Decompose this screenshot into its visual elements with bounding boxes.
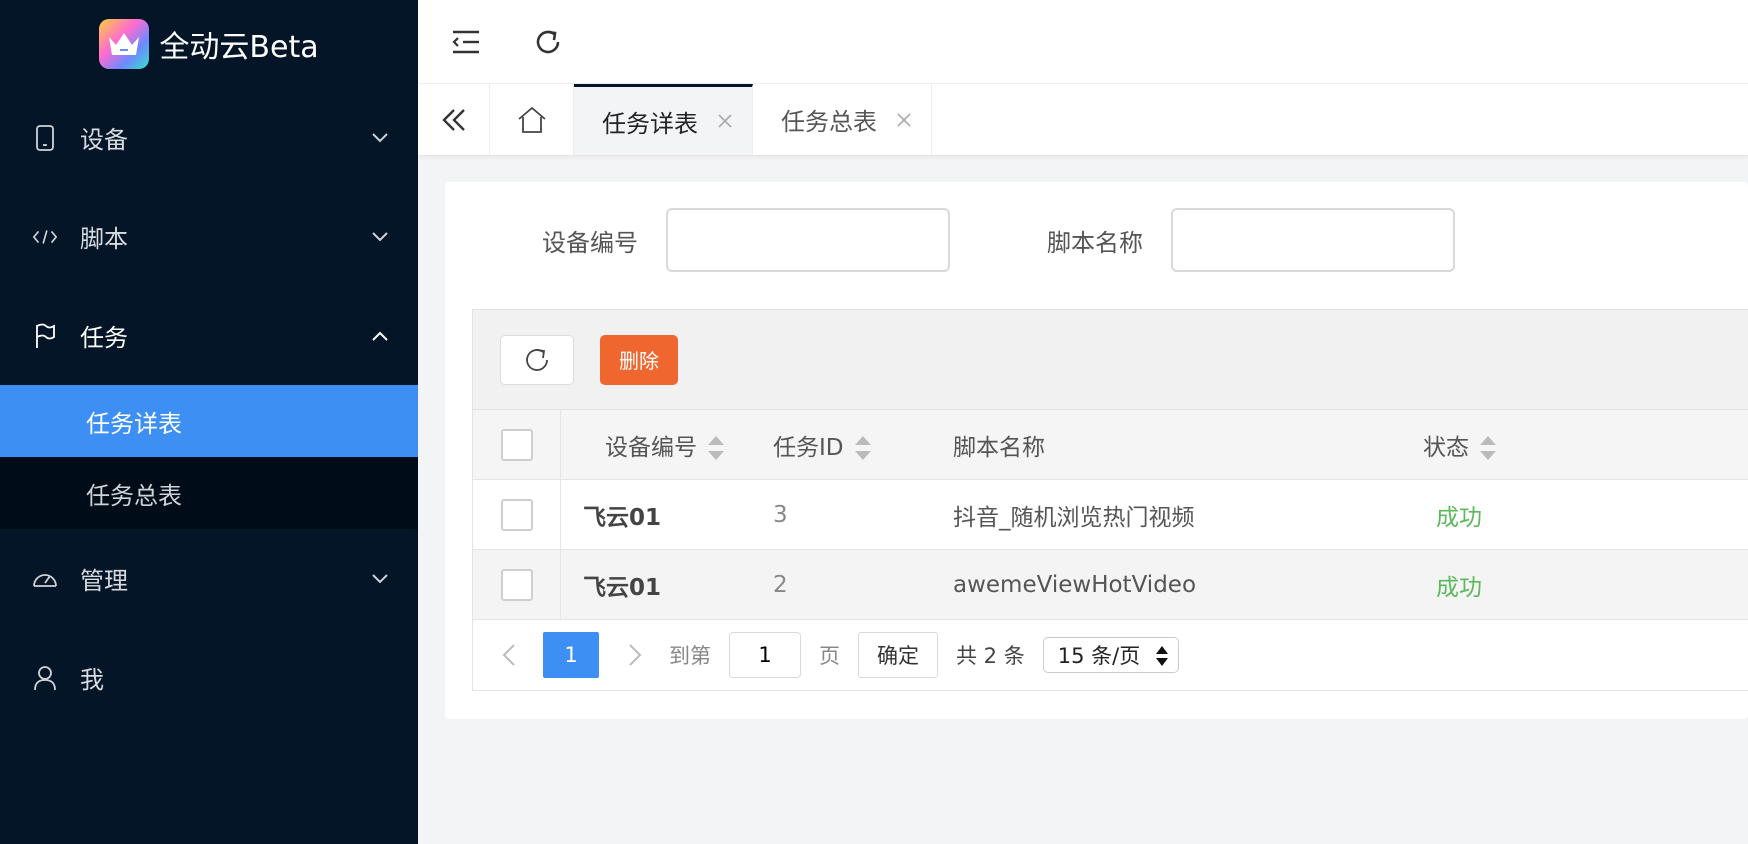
sidebar-item-label: 任务: [80, 324, 128, 352]
pagination: 1 到第 页 确定 共 2 条 15 条/页: [473, 620, 1748, 690]
table-header-row: 设备编号 任务ID 脚本名称 状态: [473, 410, 1748, 480]
sidebar-item-label: 脚本: [80, 225, 128, 253]
sidebar-item-task-summary[interactable]: 任务总表: [0, 457, 418, 529]
next-page-icon[interactable]: [623, 643, 647, 667]
tab-task-summary[interactable]: 任务总表: [753, 84, 932, 155]
col-status[interactable]: 状态: [1423, 428, 1623, 462]
status-cell: 成功: [1436, 504, 1482, 531]
app-title: 全动云Beta: [159, 30, 319, 65]
close-icon[interactable]: [716, 112, 734, 130]
delete-button[interactable]: 删除: [600, 334, 678, 385]
script-cell: 抖音_随机浏览热门视频: [953, 504, 1195, 531]
sidebar-item-script[interactable]: 脚本: [0, 187, 418, 286]
table-refresh-button[interactable]: [500, 334, 574, 385]
table-row[interactable]: 飞云01 2 awemeViewHotVideo 成功: [473, 550, 1748, 620]
user-icon: [32, 665, 58, 691]
brand[interactable]: 全动云Beta: [0, 0, 418, 88]
chevron-up-icon: [370, 326, 390, 346]
row-checkbox[interactable]: [500, 568, 533, 601]
page-size-select[interactable]: 15 条/页: [1042, 637, 1179, 673]
script-filter-input[interactable]: [1171, 208, 1455, 272]
table-toolbar: 删除: [473, 310, 1748, 410]
script-filter-label: 脚本名称: [1047, 228, 1143, 257]
goto-label: 到第: [669, 644, 711, 668]
sidebar-item-me[interactable]: 我: [0, 628, 418, 727]
col-device[interactable]: 设备编号: [561, 428, 773, 462]
goto-page-input[interactable]: [729, 632, 801, 678]
column-header: 设备编号: [605, 434, 697, 461]
sort-icon[interactable]: [854, 436, 872, 460]
tab-label: 任务详表: [602, 109, 698, 138]
tab-task-detail[interactable]: 任务详表: [574, 84, 753, 155]
close-icon[interactable]: [895, 111, 913, 129]
sidebar-item-manage[interactable]: 管理: [0, 529, 418, 628]
column-header: 状态: [1423, 434, 1469, 461]
device-cell: 飞云01: [583, 574, 662, 601]
select-all-checkbox[interactable]: [500, 428, 533, 461]
top-header: [418, 0, 1748, 84]
tab-label: 任务总表: [781, 108, 877, 136]
sort-icon[interactable]: [707, 436, 725, 460]
total-count: 共 2 条: [956, 644, 1025, 668]
tab-bar: 任务详表 任务总表: [418, 84, 1748, 156]
table-row[interactable]: 飞云01 3 抖音_随机浏览热门视频 成功: [473, 480, 1748, 550]
select-all-cell: [473, 410, 561, 479]
chevron-down-icon: [370, 227, 390, 247]
code-icon: [32, 224, 58, 250]
task-id-cell: 3: [773, 501, 788, 528]
script-cell: awemeViewHotVideo: [953, 571, 1197, 598]
dashboard-icon: [32, 566, 58, 592]
crown-logo-icon: [99, 19, 150, 69]
status-cell: 成功: [1436, 574, 1482, 601]
column-header: 脚本名称: [953, 434, 1045, 461]
prev-page-icon[interactable]: [497, 643, 521, 667]
page-label: 页: [819, 644, 840, 668]
tabs-scroll-left-icon[interactable]: [418, 84, 490, 155]
sidebar-item-label: 设备: [80, 126, 128, 154]
row-checkbox[interactable]: [500, 498, 533, 531]
sidebar-item-label: 管理: [80, 567, 128, 595]
chevron-down-icon: [370, 569, 390, 589]
select-arrows-icon: [1155, 646, 1168, 666]
refresh-icon[interactable]: [526, 20, 570, 64]
content-card: 设备编号 脚本名称 删除 设备编号 任务ID 脚本名称 状态 飞云01 3 抖音…: [445, 182, 1748, 719]
sidebar-item-task[interactable]: 任务: [0, 286, 418, 385]
phone-icon: [32, 124, 58, 151]
column-header: 任务ID: [773, 434, 844, 461]
home-icon[interactable]: [490, 84, 574, 155]
chevron-down-icon: [370, 128, 390, 148]
sort-icon[interactable]: [1479, 436, 1497, 460]
task-id-cell: 2: [773, 571, 788, 598]
col-task-id[interactable]: 任务ID: [773, 428, 953, 462]
sidebar-item-device[interactable]: 设备: [0, 88, 418, 187]
goto-confirm-button[interactable]: 确定: [858, 632, 938, 678]
sidebar-item-task-detail[interactable]: 任务详表: [0, 385, 418, 457]
row-select-cell: [473, 550, 561, 619]
submenu-task: 任务详表 任务总表: [0, 385, 418, 529]
filter-device: 设备编号: [542, 208, 950, 272]
sidebar-item-label: 我: [80, 666, 104, 694]
flag-icon: [32, 323, 58, 349]
device-cell: 飞云01: [583, 504, 662, 531]
task-table: 删除 设备编号 任务ID 脚本名称 状态 飞云01 3 抖音_随机浏览热门视频 …: [472, 309, 1748, 691]
device-filter-input[interactable]: [666, 208, 950, 272]
collapse-sidebar-icon[interactable]: [444, 20, 488, 64]
sidebar: 全动云Beta 设备 脚本 任务 任务详表 任务总表 管理 我: [0, 0, 418, 844]
device-filter-label: 设备编号: [542, 228, 638, 257]
col-script: 脚本名称: [953, 428, 1423, 462]
page-size-value: 15 条/页: [1057, 644, 1141, 668]
page-number-current[interactable]: 1: [543, 632, 599, 678]
row-select-cell: [473, 480, 561, 549]
filter-script: 脚本名称: [1047, 208, 1455, 272]
